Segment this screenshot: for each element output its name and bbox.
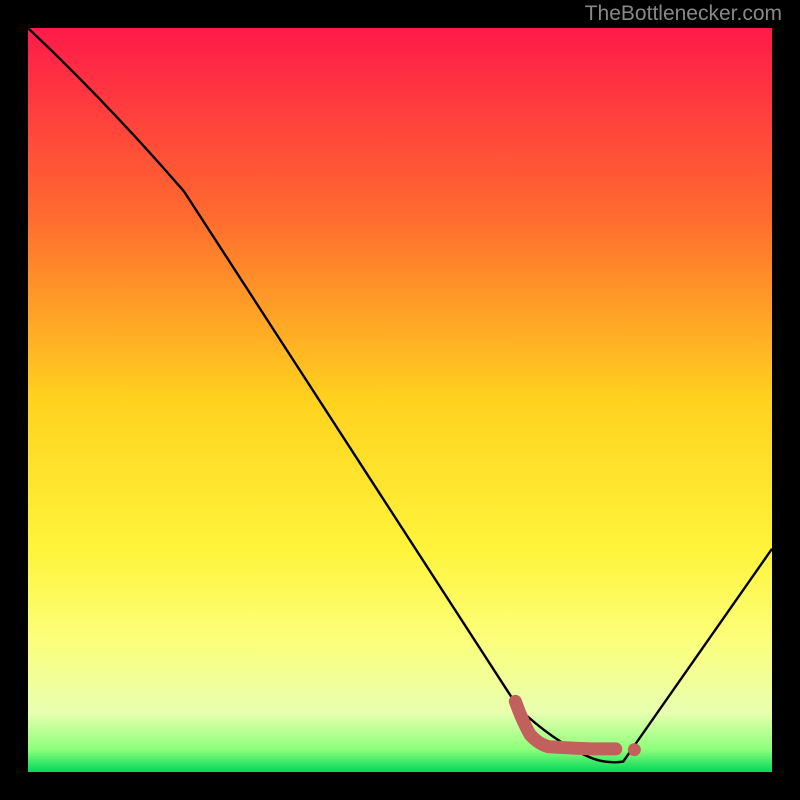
plot-area (28, 28, 772, 772)
chart-container: TheBottlenecker.com (0, 0, 800, 800)
watermark-text: TheBottlenecker.com (585, 2, 782, 26)
optimal-marker-dot (628, 743, 641, 756)
gradient-background (28, 28, 772, 772)
bottleneck-chart (28, 28, 772, 772)
